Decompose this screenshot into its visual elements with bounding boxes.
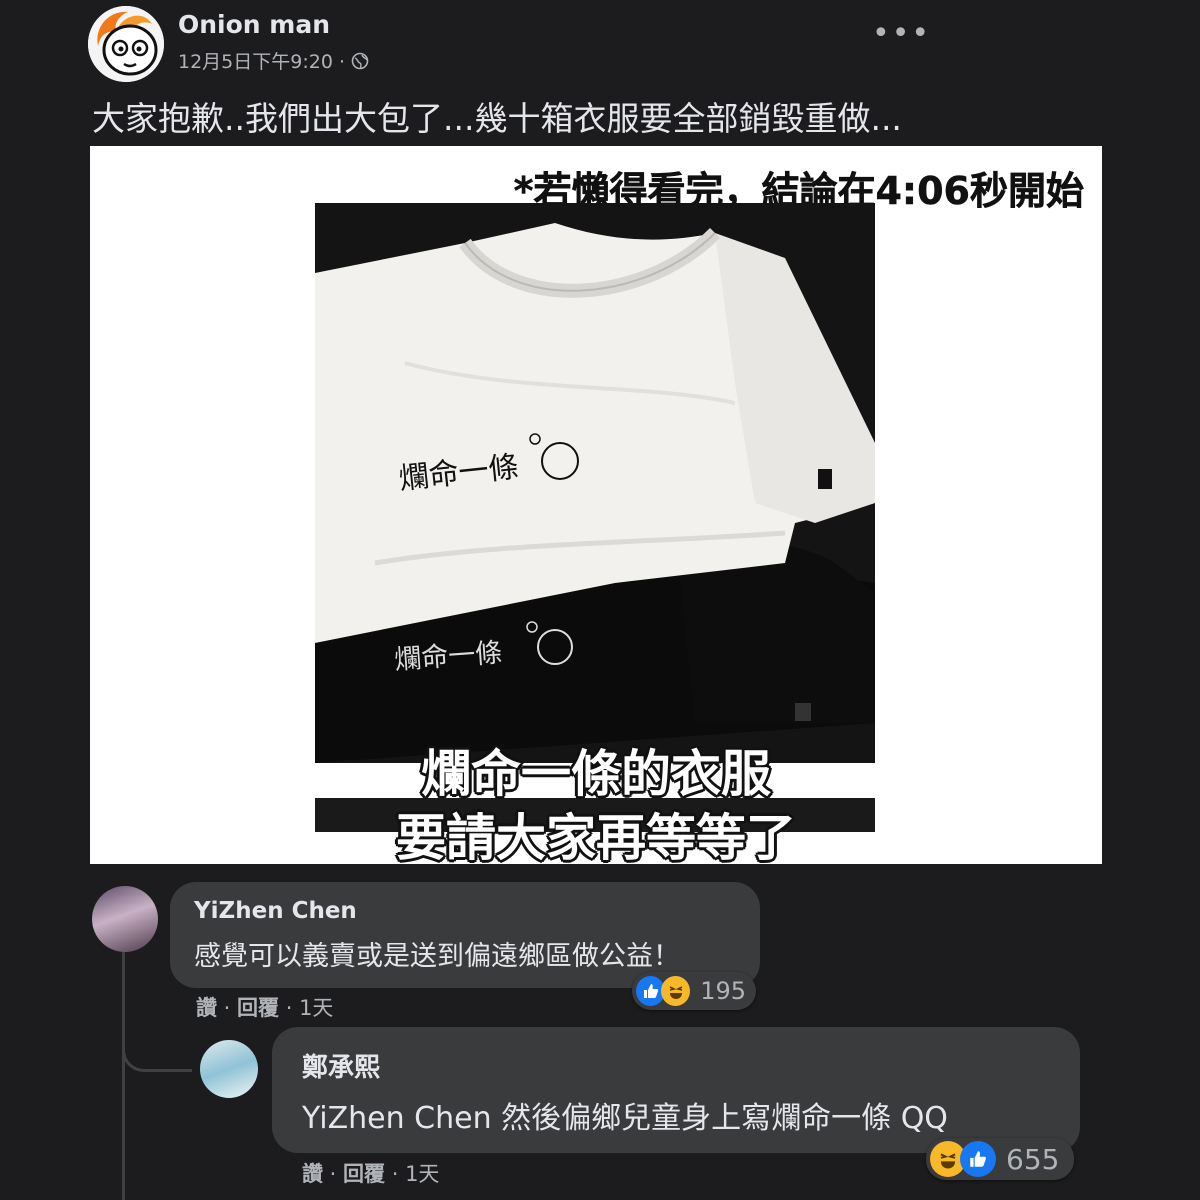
reply-age[interactable]: 1天 <box>405 1162 439 1186</box>
image-overlay-line-2: 要請大家再等等了 <box>396 809 796 864</box>
reply-body: 然後偏鄉兒童身上寫爛命一條 QQ <box>501 1101 948 1136</box>
post-text: 大家抱歉..我們出大包了...幾十箱衣服要全部銷毀重做... <box>92 99 902 138</box>
post-image[interactable]: *若懶得看完，結論在4:06秒開始 爛命一條 爛命一條 爛命一條的衣服 要請大家… <box>90 146 1102 864</box>
haha-icon <box>661 976 691 1006</box>
reply-text: YiZhen Chen 然後偏鄉兒童身上寫爛命一條 QQ <box>302 1093 948 1137</box>
replier-name[interactable]: 鄭承熙 <box>302 1047 380 1084</box>
comment-text: 感覺可以義賣或是送到偏遠鄉區做公益！ <box>194 941 680 972</box>
comment-reactions[interactable]: 195 <box>632 972 756 1010</box>
globe-icon <box>351 52 369 69</box>
comment-actions: 讚 · 回覆 · 1天 <box>196 996 334 1020</box>
more-options-button[interactable]: ••• <box>872 16 931 51</box>
reaction-count: 655 <box>1006 1142 1060 1176</box>
reply-bubble: 鄭承熙 YiZhen Chen 然後偏鄉兒童身上寫爛命一條 QQ <box>272 1027 1080 1153</box>
post-timestamp[interactable]: 12月5日下午9:20 · <box>178 47 345 74</box>
thread-line <box>122 952 125 1200</box>
commenter-avatar[interactable] <box>92 886 158 952</box>
onion-cartoon-avatar-image <box>88 6 164 82</box>
tshirt-photo: 爛命一條 爛命一條 <box>315 203 875 763</box>
tshirt-illustration: 爛命一條 爛命一條 <box>315 203 875 763</box>
like-button[interactable]: 讚 <box>302 1162 323 1186</box>
reply-button[interactable]: 回覆 <box>343 1162 385 1186</box>
reply-thread-branch <box>122 1020 192 1072</box>
comment-age[interactable]: 1天 <box>299 996 333 1020</box>
reply-actions: 讚 · 回覆 · 1天 <box>302 1162 440 1186</box>
reaction-count: 195 <box>700 977 746 1005</box>
post-meta: 12月5日下午9:20 · <box>178 47 369 74</box>
like-button[interactable]: 讚 <box>196 996 217 1020</box>
facebook-post-screenshot: Onion man 12月5日下午9:20 · ••• 大家抱歉..我們出大包了… <box>0 0 1200 1200</box>
reply-button[interactable]: 回覆 <box>237 996 279 1020</box>
reply-reactions[interactable]: 655 <box>926 1138 1074 1180</box>
author-name[interactable]: Onion man <box>178 10 330 39</box>
replier-avatar[interactable] <box>200 1040 258 1098</box>
author-avatar[interactable] <box>88 6 164 82</box>
commenter-name[interactable]: YiZhen Chen <box>194 898 357 924</box>
mention-link[interactable]: YiZhen Chen <box>302 1101 492 1136</box>
image-overlay-line-1: 爛命一條的衣服 <box>421 745 771 803</box>
like-icon <box>960 1141 996 1177</box>
